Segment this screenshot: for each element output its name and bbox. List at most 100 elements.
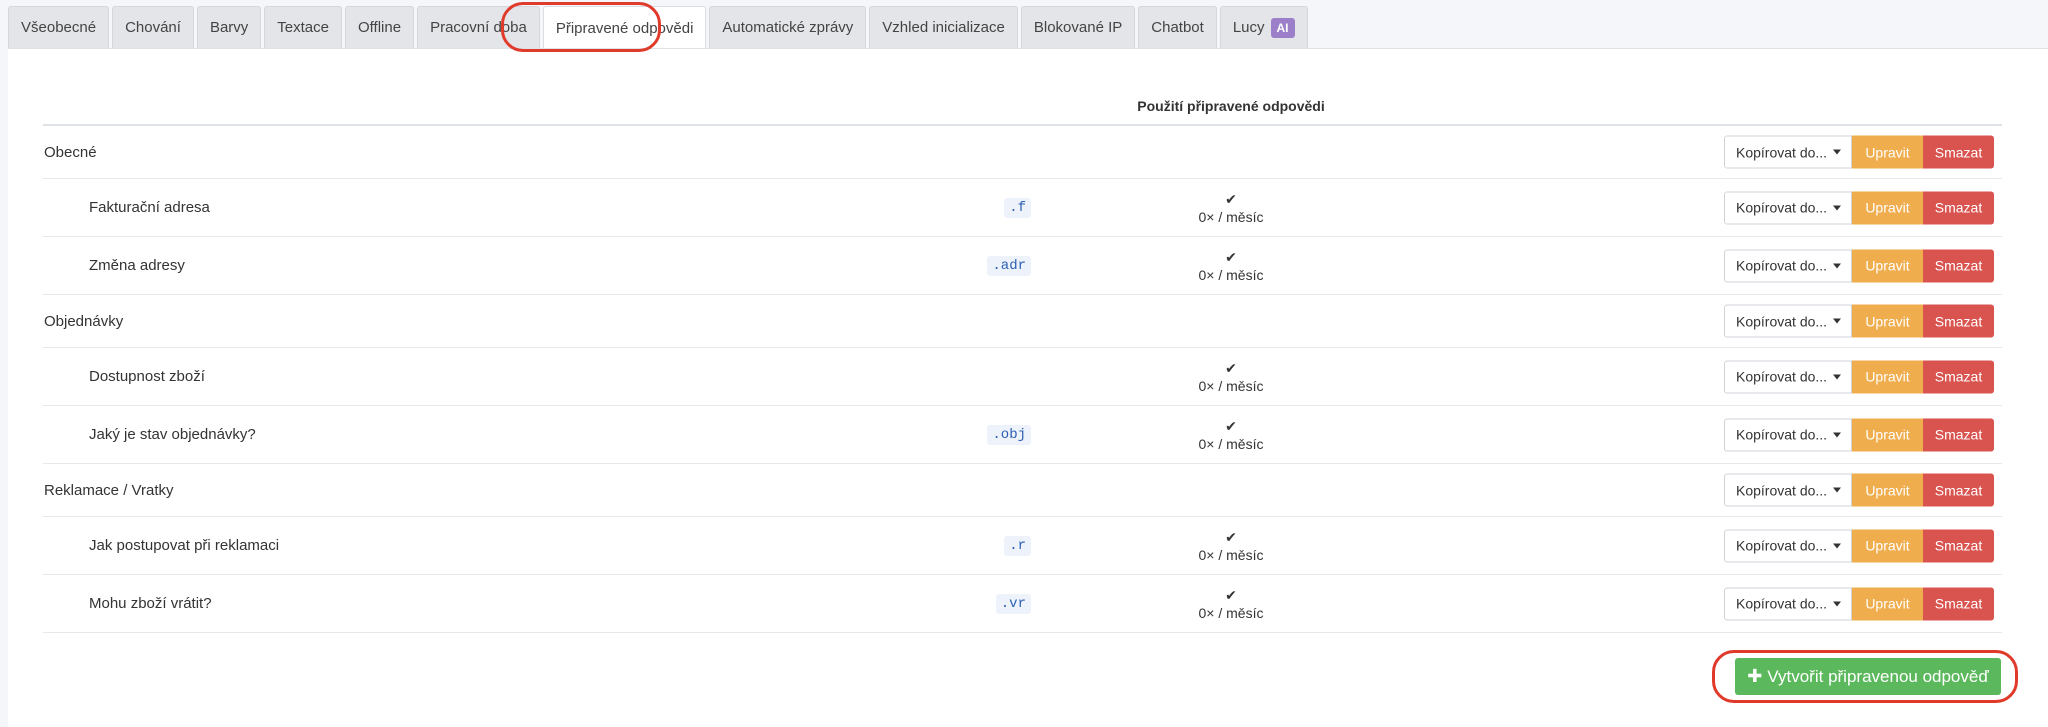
check-icon: ✔: [1225, 248, 1237, 265]
caret-down-icon: [1833, 374, 1842, 379]
check-icon: ✔: [1225, 528, 1237, 545]
tab-9[interactable]: Vzhled inicializace: [869, 6, 1018, 48]
usage-count: 0× / měsíc: [1198, 266, 1264, 283]
delete-button[interactable]: Smazat: [1923, 191, 1994, 224]
copy-to-dropdown[interactable]: Kopírovat do...: [1724, 529, 1852, 562]
check-icon: ✔: [1225, 417, 1237, 434]
caret-down-icon: [1833, 318, 1842, 324]
tab-label: Textace: [277, 19, 329, 36]
check-icon: ✔: [1225, 359, 1237, 376]
row-actions: Kopírovat do... Upravit Smazat: [1724, 360, 1994, 393]
copy-to-dropdown[interactable]: Kopírovat do...: [1724, 304, 1852, 338]
copy-to-dropdown[interactable]: Kopírovat do...: [1724, 418, 1852, 451]
delete-button[interactable]: Smazat: [1923, 473, 1994, 507]
row-actions: Kopírovat do... Upravit Smazat: [1724, 473, 1994, 507]
create-canned-response-button[interactable]: ✚ Vytvořit připravenou odpověď: [1735, 658, 2001, 695]
delete-button[interactable]: Smazat: [1923, 135, 1994, 169]
table-row: Mohu zboží vrátit? .vr ✔ 0× / měsíc Kopírova…: [43, 575, 2002, 633]
shortcut-code: .f: [1004, 197, 1031, 218]
tab-4[interactable]: Textace: [264, 6, 342, 48]
tab-label: Pracovní doba: [430, 19, 527, 36]
delete-button[interactable]: Smazat: [1923, 304, 1994, 338]
edit-button[interactable]: Upravit: [1852, 473, 1923, 507]
tab-8[interactable]: Automatické zprávy: [709, 6, 867, 48]
shortcut-code: .r: [1004, 535, 1031, 556]
table-row: Fakturační adresa .f ✔ 0× / měsíc Kopírovat …: [43, 179, 2002, 237]
category-row: Obecné Kopírovat do... Upravit Smazat: [43, 126, 2002, 179]
category-name: Obecné: [44, 143, 97, 161]
edit-button[interactable]: Upravit: [1852, 191, 1923, 224]
response-name: Změna adresy: [89, 257, 185, 274]
ai-badge: AI: [1270, 17, 1295, 38]
tab-12[interactable]: Lucy AI: [1219, 6, 1308, 48]
row-actions: Kopírovat do... Upravit Smazat: [1724, 191, 1994, 224]
canned-responses-table: Použití připravené odpovědi Obecné Kopíro…: [43, 48, 2002, 633]
check-icon: ✔: [1225, 586, 1237, 603]
tab-label: Blokované IP: [1033, 19, 1123, 36]
edit-button[interactable]: Upravit: [1852, 587, 1923, 620]
delete-button[interactable]: Smazat: [1923, 587, 1994, 620]
copy-to-dropdown[interactable]: Kopírovat do...: [1724, 587, 1852, 620]
tab-3[interactable]: Barvy: [196, 6, 262, 48]
create-button-label: Vytvořit připravenou odpověď: [1767, 666, 1989, 686]
response-name: Dostupnost zboží: [89, 368, 205, 385]
response-name: Fakturační adresa: [89, 199, 210, 216]
table-row: Jak postupovat při reklamaci .r ✔ 0× / měsí…: [43, 517, 2002, 575]
usage-cell: ✔ 0× / měsíc: [1091, 190, 1371, 226]
check-icon: ✔: [1225, 190, 1237, 207]
response-name: Mohu zboží vrátit?: [89, 595, 212, 612]
edit-button[interactable]: Upravit: [1852, 135, 1923, 169]
tab-6[interactable]: Pracovní doba: [417, 6, 540, 48]
copy-to-dropdown[interactable]: Kopírovat do...: [1724, 473, 1852, 507]
row-actions: Kopírovat do... Upravit Smazat: [1724, 304, 1994, 338]
copy-label: Kopírovat do...: [1736, 144, 1828, 160]
tab-label: Offline: [357, 19, 402, 36]
tab-10[interactable]: Blokované IP: [1020, 6, 1136, 48]
caret-down-icon: [1833, 601, 1842, 606]
row-actions: Kopírovat do... Upravit Smazat: [1724, 529, 1994, 562]
category-name: Objednávky: [44, 312, 124, 330]
shortcut-code: .obj: [987, 424, 1031, 445]
usage-cell: ✔ 0× / měsíc: [1091, 528, 1371, 564]
edit-button[interactable]: Upravit: [1852, 360, 1923, 393]
copy-to-dropdown[interactable]: Kopírovat do...: [1724, 360, 1852, 393]
plus-icon: ✚: [1747, 666, 1763, 686]
tab-5[interactable]: Offline: [344, 6, 415, 48]
tab-label: Automatické zprávy: [722, 19, 854, 36]
usage-count: 0× / měsíc: [1198, 604, 1264, 621]
copy-label: Kopírovat do...: [1736, 537, 1828, 554]
row-actions: Kopírovat do... Upravit Smazat: [1724, 418, 1994, 451]
edit-button[interactable]: Upravit: [1852, 249, 1923, 282]
edit-button[interactable]: Upravit: [1852, 418, 1923, 451]
table-header: Použití připravené odpovědi: [43, 48, 2002, 126]
copy-to-dropdown[interactable]: Kopírovat do...: [1724, 191, 1852, 224]
usage-count: 0× / měsíc: [1198, 435, 1264, 452]
edit-button[interactable]: Upravit: [1852, 304, 1923, 338]
table-row: Změna adresy .adr ✔ 0× / měsíc Kopírovat do.…: [43, 237, 2002, 295]
copy-label: Kopírovat do...: [1736, 199, 1828, 216]
delete-button[interactable]: Smazat: [1923, 418, 1994, 451]
tab-11[interactable]: Chatbot: [1138, 6, 1217, 48]
tab-1[interactable]: Všeobecné: [8, 6, 110, 48]
caret-down-icon: [1833, 432, 1842, 437]
row-actions: Kopírovat do... Upravit Smazat: [1724, 135, 1994, 169]
tab-label: Barvy: [209, 19, 249, 36]
usage-cell: ✔ 0× / měsíc: [1091, 248, 1371, 284]
settings-tabs: Všeobecné Chování Barvy Textace Offline Praco…: [8, 6, 1308, 49]
copy-to-dropdown[interactable]: Kopírovat do...: [1724, 249, 1852, 282]
usage-cell: ✔ 0× / měsíc: [1091, 417, 1371, 453]
copy-label: Kopírovat do...: [1736, 368, 1828, 385]
tab-label: Chování: [125, 19, 181, 36]
delete-button[interactable]: Smazat: [1923, 249, 1994, 282]
edit-button[interactable]: Upravit: [1852, 529, 1923, 562]
tab-7[interactable]: Připravené odpovědi: [542, 6, 707, 49]
row-actions: Kopírovat do... Upravit Smazat: [1724, 587, 1994, 620]
delete-button[interactable]: Smazat: [1923, 360, 1994, 393]
copy-to-dropdown[interactable]: Kopírovat do...: [1724, 135, 1852, 169]
table-row: Jaký je stav objednávky? .obj ✔ 0× / měsíc K…: [43, 406, 2002, 464]
tab-2[interactable]: Chování: [112, 6, 194, 48]
delete-button[interactable]: Smazat: [1923, 529, 1994, 562]
caret-down-icon: [1833, 487, 1842, 493]
copy-label: Kopírovat do...: [1736, 426, 1828, 443]
caret-down-icon: [1833, 149, 1842, 155]
